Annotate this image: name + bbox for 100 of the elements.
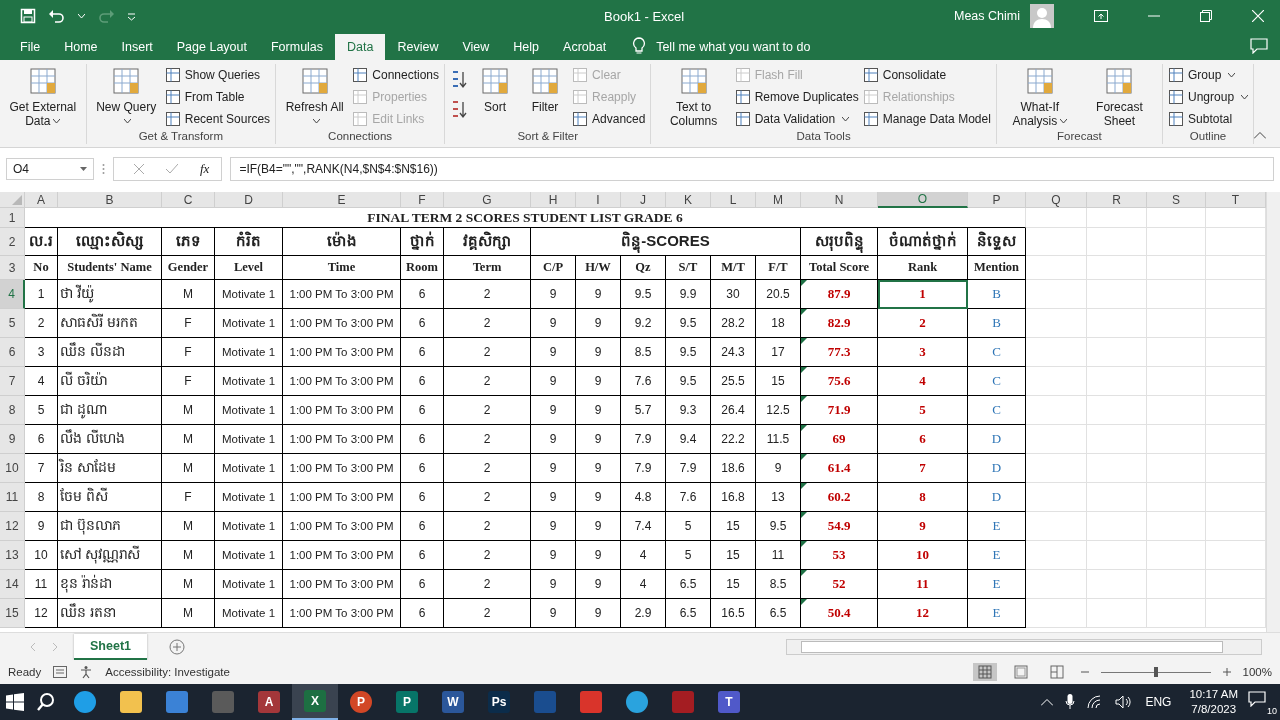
empty-cell[interactable] [1026, 483, 1087, 512]
row-header[interactable]: 11 [0, 483, 25, 512]
ribbon-button[interactable]: Remove Duplicates [734, 87, 859, 107]
name-box[interactable]: O4 [6, 158, 94, 180]
ribbon-tab[interactable]: Review [385, 34, 451, 60]
row-header[interactable]: 2 [0, 228, 25, 256]
ribbon-tab[interactable]: Home [52, 34, 110, 60]
ribbon-tab[interactable]: View [450, 34, 502, 60]
error-indicator-icon[interactable] [801, 541, 807, 547]
app-icon[interactable]: P [396, 691, 418, 713]
empty-cell[interactable] [1087, 599, 1147, 628]
error-indicator-icon[interactable] [801, 309, 807, 315]
column-header[interactable]: F [401, 192, 444, 208]
start-icon[interactable] [6, 693, 24, 711]
restore-icon[interactable] [1200, 10, 1212, 22]
error-indicator-icon[interactable] [801, 599, 807, 605]
table-cell[interactable]: 5 [878, 396, 968, 425]
ribbon-button[interactable]: New Query [91, 64, 161, 130]
row-header[interactable]: 8 [0, 396, 25, 425]
zoom-out-icon[interactable] [1080, 668, 1089, 676]
ribbon-button[interactable]: Get External Data [5, 64, 81, 130]
clock-time[interactable]: 10:17 AM [1189, 687, 1238, 702]
app-icon[interactable]: X [304, 690, 326, 712]
enter-icon[interactable] [166, 164, 178, 174]
row-header[interactable]: 14 [0, 570, 25, 599]
empty-cell[interactable] [1147, 228, 1206, 256]
user-name[interactable]: Meas Chimi [954, 9, 1020, 23]
accessibility-status[interactable]: Accessibility: Investigate [105, 666, 230, 678]
empty-cell[interactable] [1087, 228, 1147, 256]
column-header[interactable]: I [576, 192, 621, 208]
ribbon-button[interactable]: Refresh All [281, 64, 349, 130]
table-cell[interactable]: 11 [878, 570, 968, 599]
zoom-in-icon[interactable] [1222, 668, 1231, 676]
customize-icon[interactable] [127, 11, 136, 21]
empty-cell[interactable] [1147, 338, 1206, 367]
caret-icon[interactable] [78, 13, 85, 19]
column-header[interactable]: L [711, 192, 756, 208]
zoom-slider[interactable] [1100, 666, 1211, 678]
ribbon-button[interactable]: Group [1168, 65, 1249, 85]
ribbon-button[interactable]: Filter [522, 64, 569, 130]
error-indicator-icon[interactable] [801, 396, 807, 402]
previous-sheet-icon[interactable] [30, 642, 36, 651]
table-cell[interactable]: 1 [878, 280, 968, 309]
empty-cell[interactable] [1147, 483, 1206, 512]
microphone-icon[interactable] [1065, 694, 1076, 710]
ribbon-button[interactable]: From Table [164, 87, 271, 107]
empty-cell[interactable] [1147, 280, 1206, 309]
table-cell[interactable]: 10 [878, 541, 968, 570]
ribbon-button[interactable]: What-If Analysis [1001, 64, 1078, 130]
empty-cell[interactable] [1026, 280, 1087, 309]
ribbon-button[interactable]: Ungroup [1168, 87, 1249, 107]
lightbulb-icon[interactable] [632, 37, 647, 55]
row-header[interactable]: 10 [0, 454, 25, 483]
row-header[interactable]: 5 [0, 309, 25, 338]
ribbon-button[interactable]: Recent Sources [164, 109, 271, 129]
ribbon-button[interactable]: Advanced [572, 109, 646, 129]
column-header[interactable]: Q [1026, 192, 1087, 208]
zoom-level[interactable]: 100% [1242, 666, 1272, 678]
column-header[interactable]: O [878, 192, 968, 208]
column-header[interactable]: C [162, 192, 215, 208]
ribbon-button[interactable]: Consolidate [862, 65, 991, 85]
ribbon-tab[interactable]: File [8, 34, 53, 60]
empty-cell[interactable] [1147, 425, 1206, 454]
table-cell[interactable]: 2 [878, 309, 968, 338]
empty-cell[interactable] [1087, 367, 1147, 396]
empty-cell[interactable] [1026, 228, 1087, 256]
sort-ascending-icon[interactable] [450, 70, 469, 90]
column-header[interactable]: J [621, 192, 666, 208]
ribbon-button[interactable]: Connections [352, 65, 440, 85]
sheet-tab[interactable]: Sheet1 [74, 633, 147, 660]
app-icon[interactable]: P [350, 691, 372, 713]
empty-cell[interactable] [1147, 208, 1206, 228]
app-icon[interactable]: Ps [488, 691, 510, 713]
ribbon-button[interactable]: Data Validation [734, 109, 859, 129]
error-indicator-icon[interactable] [801, 570, 807, 576]
accessibility-icon[interactable] [79, 665, 94, 679]
empty-cell[interactable] [1026, 512, 1087, 541]
empty-cell[interactable] [1026, 256, 1087, 280]
table-cell[interactable]: 12 [878, 599, 968, 628]
empty-cell[interactable] [1087, 512, 1147, 541]
column-header[interactable]: B [58, 192, 162, 208]
empty-cell[interactable] [1026, 570, 1087, 599]
cancel-icon[interactable] [134, 164, 144, 174]
comments-icon[interactable] [1250, 38, 1268, 54]
column-header[interactable]: H [531, 192, 576, 208]
error-indicator-icon[interactable] [801, 483, 807, 489]
empty-cell[interactable] [1087, 454, 1147, 483]
row-header[interactable]: 1 [0, 208, 25, 228]
search-icon[interactable] [36, 692, 56, 712]
error-indicator-icon[interactable] [801, 512, 807, 518]
ribbon-tab[interactable]: Insert [109, 34, 165, 60]
row-header[interactable]: 3 [0, 256, 25, 280]
ribbon-button[interactable]: Text to Columns [656, 64, 731, 130]
empty-cell[interactable] [1026, 599, 1087, 628]
empty-cell[interactable] [1087, 280, 1147, 309]
table-cell[interactable]: 6 [878, 425, 968, 454]
empty-cell[interactable] [1147, 367, 1206, 396]
row-header[interactable]: 4 [0, 280, 25, 309]
sort-descending-icon[interactable] [450, 100, 469, 120]
empty-cell[interactable] [1147, 256, 1206, 280]
